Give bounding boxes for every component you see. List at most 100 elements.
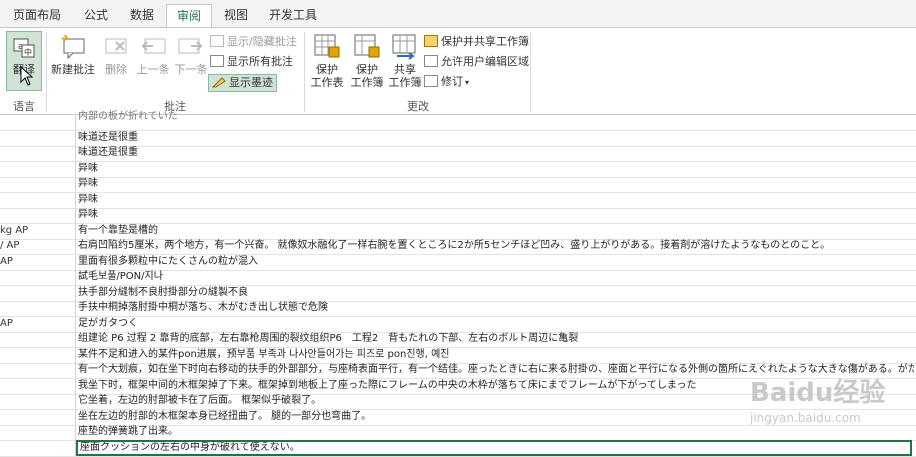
- cell-column-a[interactable]: [0, 129, 76, 146]
- next-comment-label: 下一条: [174, 63, 208, 76]
- tab-developer[interactable]: 开发工具: [262, 4, 324, 27]
- protect-share-icon: [424, 35, 438, 47]
- cell-column-a[interactable]: [0, 207, 76, 223]
- cell-column-b[interactable]: 有一个靠垫是槽的: [78, 223, 914, 239]
- protect-share-workbook-button[interactable]: 保护并共享工作簿: [424, 34, 529, 50]
- cell-column-a[interactable]: kg AP: [0, 222, 76, 239]
- table-row[interactable]: 组建论 P6 过程 2 靠背的底部，左右靠枪周围的裂纹组织P6 工程2 背もたれ…: [0, 331, 916, 348]
- cell-column-a[interactable]: [0, 424, 76, 440]
- cell-column-b[interactable]: 扶手部分縫制不良肘掛部分の縫製不良: [78, 285, 914, 301]
- tab-review[interactable]: 审阅: [166, 4, 212, 29]
- table-row[interactable]: 座面クッションの左右の中身が破れて使えない。: [0, 439, 916, 457]
- delete-comment-icon: [102, 32, 130, 60]
- protect-sheet-button[interactable]: 保护 工作表: [308, 32, 346, 89]
- table-row[interactable]: AP 足がガタつく: [0, 315, 916, 333]
- group-label-language: 语言: [13, 100, 35, 113]
- show-all-comments-icon: [210, 55, 224, 67]
- cell-column-b[interactable]: 手扶中桐掉落肘掛中桐が落ち、木がむき出し状態で危険: [78, 300, 914, 316]
- table-row[interactable]: kg AP 有一个靠垫是槽的: [0, 222, 916, 240]
- cell-column-b[interactable]: 右肩凹陷约5厘米，两个地方，有一个兴奋。 就像奴水融化了一样右腕を置くところに2…: [78, 238, 914, 254]
- table-row[interactable]: 扶手部分縫制不良肘掛部分の縫製不良: [0, 284, 916, 302]
- cell-column-a[interactable]: [0, 439, 76, 456]
- cell-column-b[interactable]: 内部の板が折れていた: [78, 109, 914, 125]
- cell-column-a[interactable]: AP: [0, 315, 76, 332]
- cell-column-a[interactable]: [0, 300, 76, 316]
- cell-column-a[interactable]: [0, 331, 76, 347]
- table-row[interactable]: 試毛보풀/PON/지나: [0, 269, 916, 286]
- cell-column-a[interactable]: AP: [0, 253, 76, 270]
- table-row[interactable]: 手扶中桐掉落肘掛中桐が落ち、木がむき出し状態で危険: [0, 300, 916, 317]
- cell-column-b[interactable]: 試毛보풀/PON/지나: [78, 269, 914, 285]
- previous-comment-button[interactable]: 上一条: [134, 32, 172, 76]
- show-ink-button[interactable]: 显示墨迹: [208, 74, 277, 92]
- show-hide-comment-button[interactable]: 显示/隐藏批注: [210, 34, 297, 50]
- group-divider: [530, 32, 531, 112]
- track-changes-label: 修订: [441, 75, 463, 88]
- table-row[interactable]: / AP 右肩凹陷约5厘米，两个地方，有一个兴奋。 就像奴水融化了一样右腕を置くと…: [0, 238, 916, 255]
- table-row[interactable]: 味道还是很重: [0, 129, 916, 147]
- cell-column-a[interactable]: [0, 393, 76, 409]
- cell-column-a[interactable]: / AP: [0, 238, 76, 254]
- cell-column-b[interactable]: 异味: [78, 207, 914, 223]
- cell-column-a[interactable]: [0, 114, 76, 130]
- ribbon-tab-bar: 页面布局 公式 数据 审阅 视图 开发工具: [0, 0, 916, 29]
- protect-sheet-label: 保护 工作表: [310, 63, 344, 89]
- table-row[interactable]: 味道还是很重: [0, 145, 916, 162]
- table-row[interactable]: 异味: [0, 191, 916, 209]
- cell-column-a[interactable]: [0, 269, 76, 285]
- track-changes-icon: [424, 75, 438, 87]
- next-comment-button[interactable]: 下一条: [172, 32, 210, 76]
- protect-workbook-icon: [353, 32, 381, 60]
- next-comment-icon: [177, 32, 205, 60]
- cell-column-b[interactable]: 某件不足和进入的某件pon进展，预부품 부족과 나사안들어가는 피즈로 pon진…: [78, 347, 914, 363]
- table-row[interactable]: 异味: [0, 160, 916, 178]
- show-hide-comment-icon: [210, 35, 224, 47]
- tab-view[interactable]: 视图: [216, 4, 256, 27]
- tab-page-layout[interactable]: 页面布局: [6, 4, 68, 27]
- show-all-comments-button[interactable]: 显示所有批注: [210, 54, 293, 70]
- cell-column-a[interactable]: [0, 176, 76, 192]
- cell-column-b[interactable]: 里面有很多颗粒中にたくさんの粒が混入: [78, 254, 914, 270]
- group-divider: [46, 32, 47, 112]
- watermark-url: jingyan.baidu.com: [750, 411, 861, 425]
- delete-comment-button[interactable]: 删除: [100, 32, 132, 76]
- cell-column-a[interactable]: [0, 284, 76, 301]
- table-row[interactable]: 异味: [0, 176, 916, 193]
- show-all-comments-label: 显示所有批注: [227, 55, 293, 68]
- mouse-cursor-icon: [20, 65, 34, 90]
- cell-column-b[interactable]: 异味: [78, 176, 914, 192]
- share-workbook-button[interactable]: 共享 工作簿: [386, 32, 424, 89]
- cell-column-a[interactable]: [0, 346, 76, 363]
- new-comment-label: 新建批注: [51, 63, 95, 76]
- track-changes-button[interactable]: 修订 ▾: [424, 74, 469, 90]
- cell-column-b[interactable]: 异味: [78, 192, 914, 208]
- table-row[interactable]: AP 里面有很多颗粒中にたくさんの粒が混入: [0, 253, 916, 271]
- cell-column-a[interactable]: [0, 145, 76, 161]
- cell-column-b[interactable]: 味道还是很重: [78, 145, 914, 161]
- cell-column-b[interactable]: 味道还是很重: [78, 130, 914, 146]
- previous-comment-icon: [139, 32, 167, 60]
- cell-column-a[interactable]: [0, 362, 76, 378]
- cell-column-b[interactable]: 足がガタつく: [78, 316, 914, 332]
- chevron-down-icon: ▾: [465, 78, 470, 87]
- cell-column-a[interactable]: [0, 408, 76, 425]
- cell-column-a[interactable]: [0, 160, 76, 177]
- tab-formulas[interactable]: 公式: [76, 4, 116, 27]
- protect-workbook-button[interactable]: 保护 工作簿: [348, 32, 386, 89]
- cell-column-a[interactable]: [0, 377, 76, 394]
- group-divider: [304, 32, 305, 112]
- show-ink-icon: [211, 76, 226, 88]
- cell-column-a[interactable]: [0, 191, 76, 208]
- table-row[interactable]: 内部の板が折れていた: [0, 111, 916, 131]
- allow-edit-ranges-button[interactable]: 允许用户编辑区域: [424, 54, 529, 70]
- protect-sheet-icon: [313, 32, 341, 60]
- cell-column-b[interactable]: 异味: [78, 161, 914, 177]
- new-comment-button[interactable]: 新建批注: [50, 32, 96, 76]
- cell-column-b[interactable]: 组建论 P6 过程 2 靠背的底部，左右靠枪周围的裂纹组织P6 工程2 背もたれ…: [78, 331, 914, 347]
- table-row[interactable]: 某件不足和进入的某件pon进展，预부품 부족과 나사안들어가는 피즈로 pon진…: [0, 346, 916, 364]
- tab-data[interactable]: 数据: [122, 4, 162, 27]
- previous-comment-label: 上一条: [136, 63, 170, 76]
- show-hide-comment-label: 显示/隐藏批注: [227, 35, 297, 48]
- allow-edit-ranges-label: 允许用户编辑区域: [441, 55, 529, 68]
- table-row[interactable]: 异味: [0, 207, 916, 224]
